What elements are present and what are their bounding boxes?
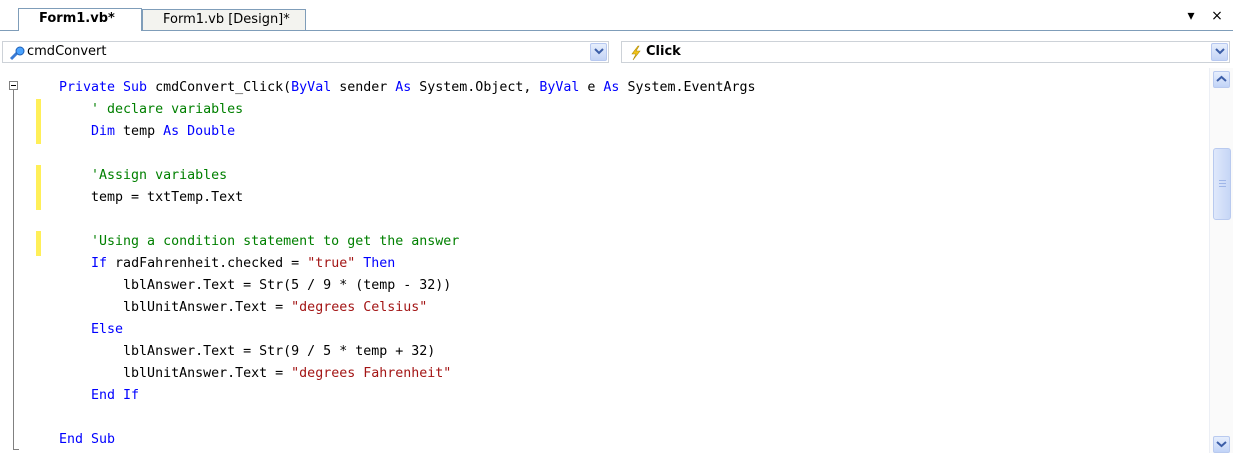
chevron-down-icon bbox=[1216, 441, 1227, 448]
code-line: lblAnswer.Text = Str(5 / 9 * (temp - 32)… bbox=[59, 275, 451, 297]
code-line: End Sub bbox=[59, 429, 115, 451]
code-line: 'Assign variables bbox=[59, 165, 227, 187]
scroll-down-button[interactable] bbox=[1213, 436, 1230, 453]
code-string: "true" bbox=[307, 256, 356, 271]
method-name-value: Click bbox=[646, 44, 681, 59]
code-line: ' declare variables bbox=[59, 99, 243, 121]
document-tab-strip: Form1.vb* Form1.vb [Design]* ▾ × bbox=[0, 0, 1233, 31]
tab-form1-code[interactable]: Form1.vb* bbox=[18, 8, 142, 31]
code-line: If radFahrenheit.checked = "true" Then bbox=[59, 253, 395, 275]
code-keyword: ByVal bbox=[539, 80, 580, 95]
code-token: temp bbox=[115, 124, 164, 139]
outline-end bbox=[13, 449, 19, 450]
code-token: lblUnitAnswer.Text = bbox=[59, 366, 292, 381]
code-line: Private Sub cmdConvert_Click(ByVal sende… bbox=[59, 77, 756, 99]
chevron-up-icon bbox=[1216, 75, 1227, 82]
navigation-bar: cmdConvert Click bbox=[0, 31, 1233, 66]
vertical-scrollbar[interactable] bbox=[1209, 68, 1233, 453]
chevron-down-icon[interactable] bbox=[1211, 43, 1228, 61]
close-document-icon[interactable]: × bbox=[1209, 8, 1225, 24]
code-keyword: As Double bbox=[163, 124, 236, 139]
code-token: lblAnswer.Text = Str(9 / 5 * temp + 32) bbox=[59, 344, 436, 359]
code-token: cmdConvert_Click( bbox=[155, 80, 292, 95]
code-comment: ' declare variables bbox=[59, 102, 244, 117]
code-comment: 'Using a condition statement to get the … bbox=[59, 234, 460, 249]
code-token: lblUnitAnswer.Text = bbox=[59, 300, 292, 315]
code-token: sender bbox=[331, 80, 396, 95]
code-keyword: As bbox=[603, 80, 620, 95]
code-line: temp = txtTemp.Text bbox=[59, 187, 243, 209]
scroll-up-button[interactable] bbox=[1213, 71, 1230, 88]
code-token: radFahrenheit.checked = bbox=[107, 256, 308, 271]
code-line: lblUnitAnswer.Text = "degrees Fahrenheit… bbox=[59, 363, 451, 385]
tab-form1-design[interactable]: Form1.vb [Design]* bbox=[142, 9, 306, 30]
code-keyword: As bbox=[395, 80, 412, 95]
outline-line bbox=[13, 90, 14, 450]
unsaved-change-marker bbox=[36, 165, 41, 210]
method-name-combo[interactable]: Click bbox=[621, 41, 1230, 63]
code-text-area[interactable]: Private Sub cmdConvert_Click(ByVal sende… bbox=[59, 77, 1209, 453]
code-editor[interactable]: Private Sub cmdConvert_Click(ByVal sende… bbox=[0, 68, 1233, 453]
code-keyword: Else bbox=[59, 322, 124, 337]
code-line: Else bbox=[59, 319, 123, 341]
scroll-thumb[interactable] bbox=[1213, 148, 1231, 220]
unsaved-change-marker bbox=[36, 231, 41, 256]
class-name-combo[interactable]: cmdConvert bbox=[2, 41, 609, 63]
tab-label: Form1.vb* bbox=[39, 11, 115, 26]
code-line: lblAnswer.Text = Str(9 / 5 * temp + 32) bbox=[59, 341, 435, 363]
code-token: System.Object, bbox=[411, 80, 540, 95]
class-name-value: cmdConvert bbox=[27, 44, 107, 59]
event-lightning-icon bbox=[631, 45, 641, 61]
code-line: 'Using a condition statement to get the … bbox=[59, 231, 459, 253]
code-token: System.EventArgs bbox=[619, 80, 756, 95]
code-keyword: ByVal bbox=[291, 80, 332, 95]
code-keyword: Then bbox=[355, 256, 396, 271]
tab-label: Form1.vb [Design]* bbox=[163, 12, 290, 27]
unsaved-change-marker bbox=[36, 99, 41, 144]
code-comment: 'Assign variables bbox=[59, 168, 228, 183]
chevron-down-icon[interactable] bbox=[590, 43, 607, 61]
editor-gutter bbox=[0, 68, 36, 453]
code-line: lblUnitAnswer.Text = "degrees Celsius" bbox=[59, 297, 427, 319]
code-token: e bbox=[579, 80, 604, 95]
code-keyword: End If bbox=[59, 388, 140, 403]
code-line: End If bbox=[59, 385, 139, 407]
control-icon bbox=[9, 46, 25, 61]
code-keyword: Private Sub bbox=[59, 80, 156, 95]
window-list-dropdown-icon[interactable]: ▾ bbox=[1183, 8, 1199, 24]
code-keyword: End Sub bbox=[59, 432, 116, 447]
code-keyword: Dim bbox=[59, 124, 116, 139]
code-line: Dim temp As Double bbox=[59, 121, 235, 143]
collapse-region-icon[interactable] bbox=[9, 81, 18, 90]
code-token: temp = txtTemp.Text bbox=[59, 190, 244, 205]
code-string: "degrees Fahrenheit" bbox=[291, 366, 452, 381]
code-string: "degrees Celsius" bbox=[291, 300, 428, 315]
code-keyword: If bbox=[59, 256, 108, 271]
code-token: lblAnswer.Text = Str(5 / 9 * (temp - 32)… bbox=[59, 278, 452, 293]
